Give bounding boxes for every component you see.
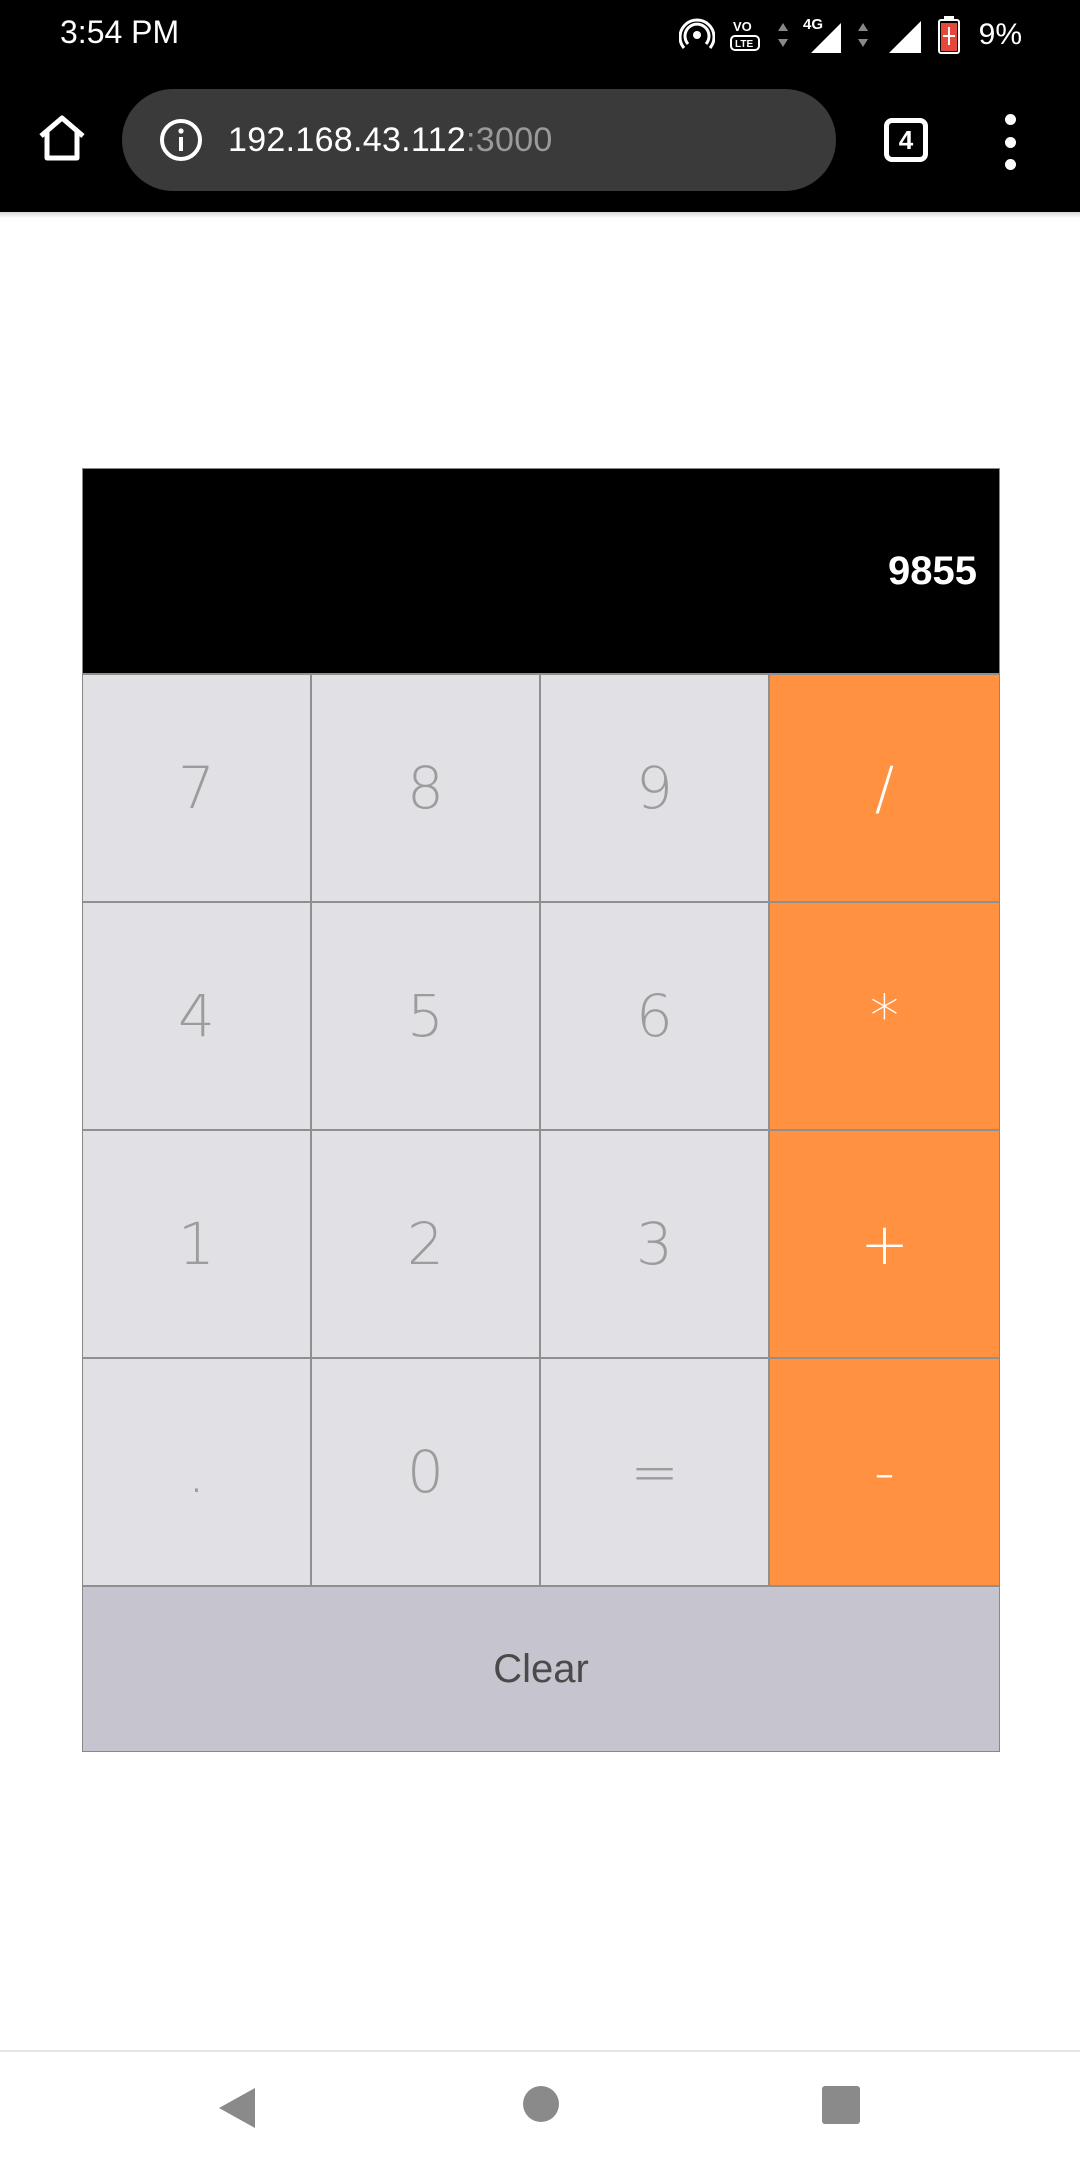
- battery-icon: [937, 15, 961, 55]
- key-decimal[interactable]: .: [83, 1357, 312, 1585]
- url-port: :3000: [466, 120, 553, 159]
- key-4[interactable]: 4: [83, 901, 312, 1129]
- key-6[interactable]: 6: [541, 901, 770, 1129]
- status-time: 3:54 PM: [60, 14, 180, 50]
- signal-icon: [883, 15, 923, 55]
- url-host: 192.168.43.112: [228, 120, 467, 159]
- toolbar-shadow: [0, 212, 1080, 218]
- volte-icon: VO LTE: [729, 17, 763, 53]
- status-bar: 3:54 PM VO LTE 4G 9%: [0, 0, 1080, 70]
- tabs-button[interactable]: 4: [884, 118, 928, 162]
- tab-count: 4: [898, 124, 914, 155]
- nav-home-icon[interactable]: [523, 2086, 559, 2122]
- key-1[interactable]: 1: [83, 1129, 312, 1357]
- keypad: 7 8 9 / 4 5 6 * 1 2 3 + . 0 = -: [83, 673, 999, 1585]
- browser-toolbar: 192.168.43.112:3000 4: [0, 70, 1080, 212]
- more-vert-icon[interactable]: [990, 114, 1030, 170]
- status-icons: VO LTE 4G 9%: [678, 12, 1022, 58]
- back-icon[interactable]: [215, 2084, 259, 2132]
- data-arrows-icon: [777, 17, 789, 53]
- home-button[interactable]: [30, 106, 94, 170]
- svg-text:4G: 4G: [803, 16, 823, 33]
- data-arrows-icon-2: [857, 17, 869, 53]
- clear-button[interactable]: Clear: [83, 1585, 999, 1751]
- info-icon[interactable]: [158, 117, 204, 163]
- key-equals[interactable]: =: [541, 1357, 770, 1585]
- svg-text:VO: VO: [733, 19, 752, 34]
- hotspot-icon: [678, 17, 715, 53]
- key-2[interactable]: 2: [312, 1129, 541, 1357]
- key-plus[interactable]: +: [770, 1129, 999, 1357]
- key-3[interactable]: 3: [541, 1129, 770, 1357]
- key-minus[interactable]: -: [770, 1357, 999, 1585]
- battery-percent: 9%: [978, 18, 1022, 51]
- key-8[interactable]: 8: [312, 673, 541, 901]
- calculator-display: 9855: [83, 469, 999, 673]
- signal-4g-icon: 4G: [803, 15, 843, 55]
- svg-text:LTE: LTE: [735, 39, 753, 50]
- key-divide[interactable]: /: [770, 673, 999, 901]
- display-value: 9855: [888, 548, 977, 593]
- recents-icon[interactable]: [822, 2086, 860, 2124]
- system-nav-bar: [0, 2050, 1080, 2162]
- key-9[interactable]: 9: [541, 673, 770, 901]
- key-7[interactable]: 7: [83, 673, 312, 901]
- home-icon: [39, 115, 85, 161]
- url-text: 192.168.43.112:3000: [228, 121, 553, 160]
- key-0[interactable]: 0: [312, 1357, 541, 1585]
- calculator: 9855 7 8 9 / 4 5 6 * 1 2 3 + . 0 = - Cle…: [82, 468, 1000, 1752]
- key-5[interactable]: 5: [312, 901, 541, 1129]
- url-bar[interactable]: 192.168.43.112:3000: [122, 89, 836, 191]
- key-multiply[interactable]: *: [770, 901, 999, 1129]
